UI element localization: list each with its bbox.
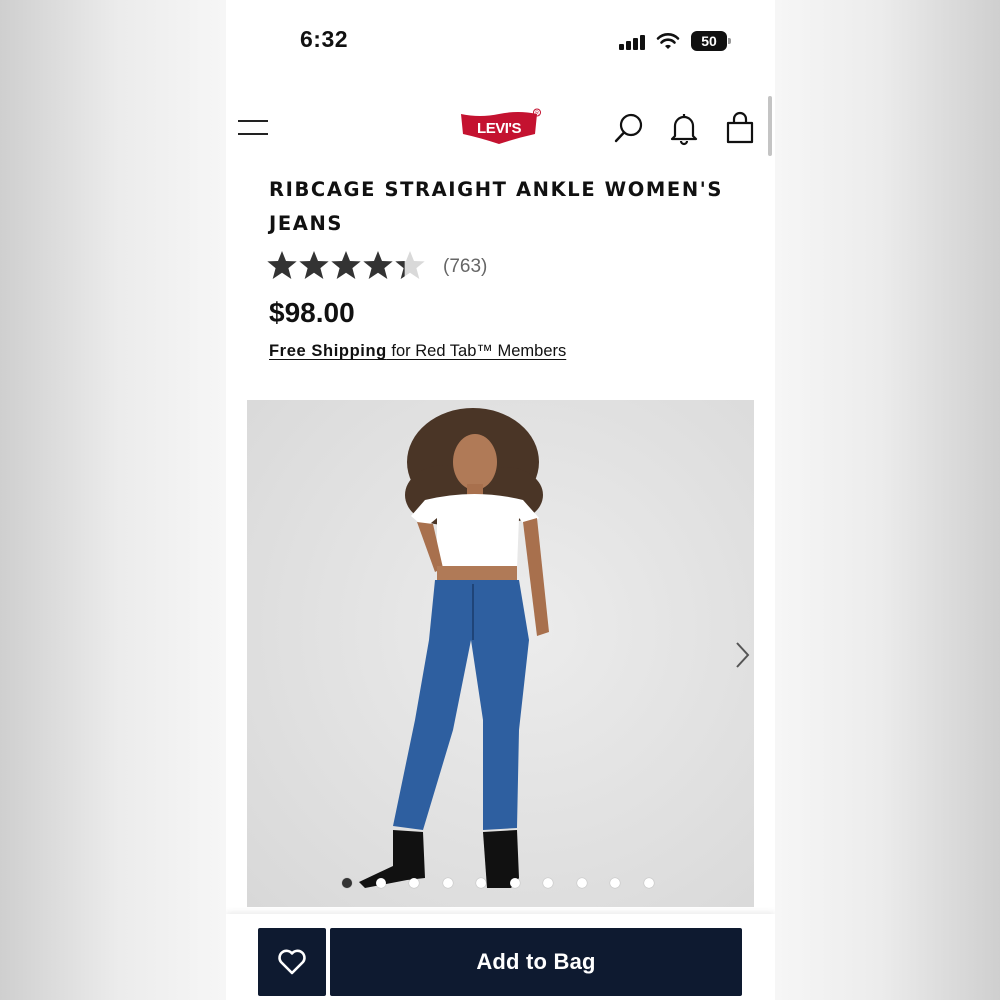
star-icon <box>330 249 362 283</box>
star-icon <box>362 249 394 283</box>
carousel-dot[interactable] <box>409 878 419 888</box>
add-to-bag-button[interactable]: Add to Bag <box>330 928 742 996</box>
search-icon[interactable] <box>612 110 646 146</box>
svg-text:R: R <box>535 111 539 117</box>
carousel-dot[interactable] <box>610 878 620 888</box>
chevron-right-icon[interactable] <box>732 640 752 670</box>
battery-icon: 50 <box>691 31 731 51</box>
shopping-bag-icon[interactable] <box>723 110 757 146</box>
carousel-dot[interactable] <box>442 878 453 888</box>
free-shipping-link[interactable]: Free Shipping for Red Tab™ Members <box>269 342 566 361</box>
star-icon <box>298 249 330 283</box>
carousel-dot[interactable] <box>543 878 553 888</box>
carousel-dot[interactable] <box>509 878 520 888</box>
free-shipping-rest: for Red Tab™ Members <box>386 342 567 360</box>
levis-logo[interactable]: LEVI'S R <box>459 108 543 148</box>
bell-icon[interactable] <box>667 110 701 146</box>
carousel-dots[interactable] <box>342 878 677 890</box>
product-title: RIBCAGE STRAIGHT ANKLE WOMEN'S JEANS <box>269 178 723 235</box>
carousel-dot[interactable] <box>576 878 587 888</box>
free-shipping-bold: Free Shipping <box>269 342 387 360</box>
bottom-action-bar: Add to Bag <box>226 914 775 1000</box>
partial-star-icon <box>394 249 426 283</box>
star-icon <box>266 249 298 283</box>
rating-stars[interactable] <box>266 249 426 285</box>
svg-text:LEVI'S: LEVI'S <box>477 120 521 137</box>
review-count[interactable]: (763) <box>443 256 487 278</box>
status-time: 6:32 <box>300 26 349 52</box>
wifi-icon <box>656 31 680 51</box>
model-illustration <box>359 408 549 888</box>
carousel-dot[interactable] <box>476 878 486 888</box>
product-price: $98.00 <box>269 297 355 328</box>
cellular-signal-icon <box>619 34 647 50</box>
scrollbar[interactable] <box>768 96 772 156</box>
wishlist-button[interactable] <box>258 928 326 996</box>
menu-icon[interactable] <box>238 118 268 138</box>
battery-level: 50 <box>701 33 717 49</box>
heart-icon <box>278 949 306 975</box>
carousel-dot[interactable] <box>342 878 352 888</box>
product-image[interactable] <box>247 400 754 907</box>
carousel-dot[interactable] <box>643 878 654 888</box>
phone-screen: 6:32 50 LEVI'S R RIBCAGE STRAIGHT ANKLE … <box>226 0 775 1000</box>
carousel-dot[interactable] <box>375 878 386 888</box>
